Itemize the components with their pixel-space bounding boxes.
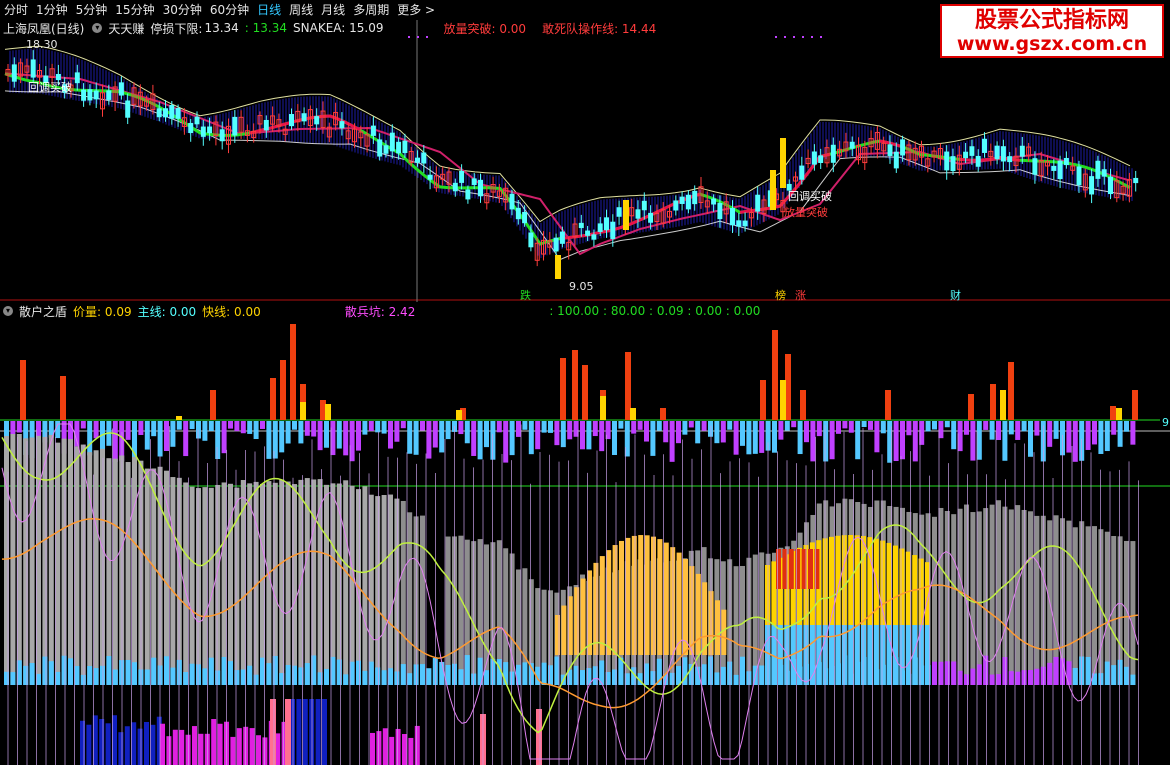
tag-rise[interactable]: 涨 bbox=[795, 287, 806, 303]
sub-indicator-name[interactable]: 散户之盾 bbox=[19, 303, 67, 320]
logo-title: 股票公式指标网 bbox=[974, 8, 1129, 33]
period-tab-7[interactable]: 周线 bbox=[285, 1, 317, 18]
period-tab-6[interactable]: 日线 bbox=[253, 1, 285, 18]
period-tab-3[interactable]: 15分钟 bbox=[111, 1, 158, 18]
indicator-chart[interactable] bbox=[0, 319, 1170, 765]
pullback-label-1: 回调买破 bbox=[28, 81, 72, 94]
price-vol-value: 价量: 0.09 bbox=[73, 304, 132, 319]
vol-break-label: 放量突破 bbox=[784, 206, 828, 219]
site-logo: 股票公式指标网 www.gszx.com.cn bbox=[940, 4, 1164, 58]
period-tab-4[interactable]: 30分钟 bbox=[159, 1, 206, 18]
extra-values: : 100.00 : 80.00 : 0.09 : 0.00 : 0.00 bbox=[549, 304, 761, 318]
logo-url: www.gszx.com.cn bbox=[956, 33, 1148, 55]
period-tab-5[interactable]: 60分钟 bbox=[206, 1, 253, 18]
chevron-down-icon[interactable]: ▾ bbox=[3, 306, 13, 316]
tag-rank[interactable]: 榜 bbox=[775, 287, 786, 303]
pullback-label-2: 回调买破 bbox=[788, 190, 832, 203]
tag-fin[interactable]: 财 bbox=[950, 287, 961, 303]
retail-pit-value: 散兵坑: 2.42 bbox=[344, 304, 416, 319]
low-price-label: 9.05 bbox=[569, 280, 594, 293]
period-tab-9[interactable]: 多周期 bbox=[349, 1, 393, 18]
fast-line-value: 快线: 0.00 bbox=[202, 304, 261, 319]
candlestick-chart[interactable] bbox=[0, 20, 1170, 302]
period-tab-8[interactable]: 月线 bbox=[317, 1, 349, 18]
period-tab-1[interactable]: 1分钟 bbox=[32, 1, 72, 18]
period-tab-2[interactable]: 5分钟 bbox=[72, 1, 112, 18]
sub-info-line: ▾ 散户之盾 价量: 0.09 主线: 0.00 快线: 0.00 散兵坑: 2… bbox=[0, 303, 766, 319]
period-tab-0[interactable]: 分时 bbox=[0, 1, 32, 18]
right-axis-label: 9 bbox=[1162, 416, 1169, 429]
high-price-label: 18.30 bbox=[26, 38, 58, 51]
tag-drop[interactable]: 跌 bbox=[520, 287, 531, 303]
period-tab-10[interactable]: 更多 > bbox=[393, 1, 439, 18]
main-line-value: 主线: 0.00 bbox=[137, 304, 197, 319]
